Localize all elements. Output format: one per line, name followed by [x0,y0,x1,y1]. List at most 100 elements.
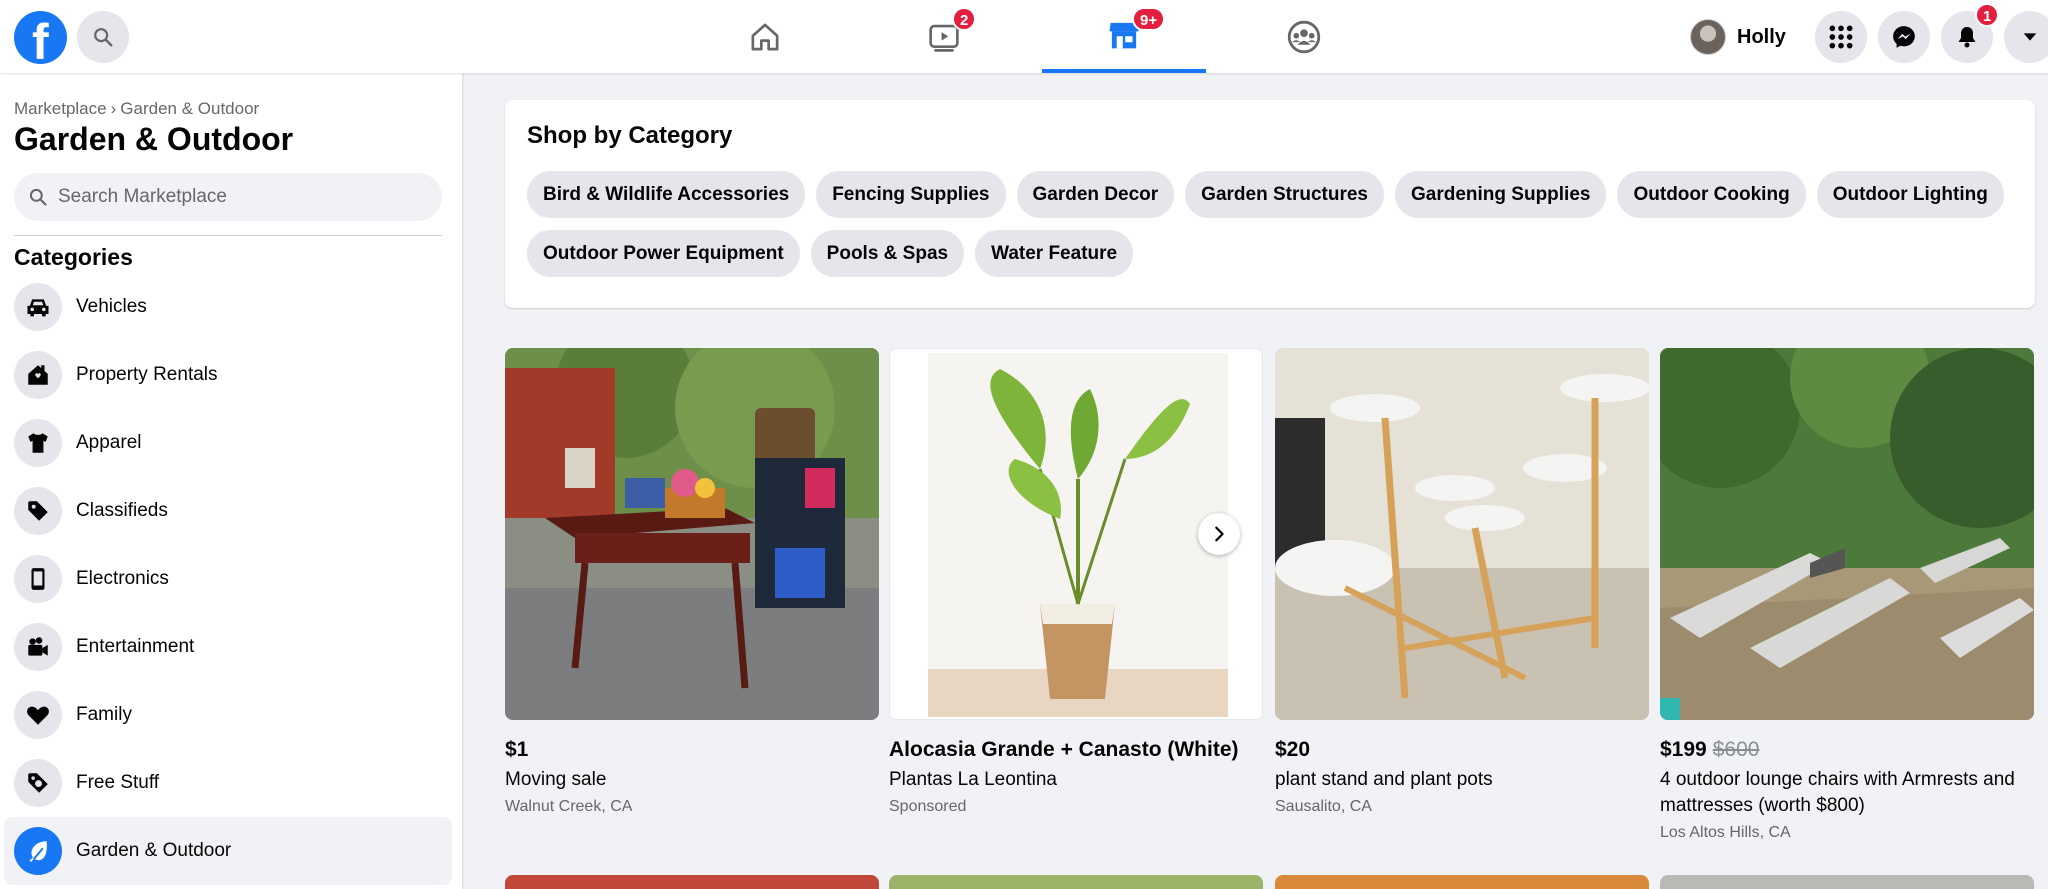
nav-tab-home[interactable] [683,0,847,73]
notifications-button[interactable]: 1 [1941,3,2000,63]
search-button[interactable] [77,11,129,63]
listing-photo-partial[interactable] [889,875,1263,889]
listing-photo-partial[interactable] [1275,875,1649,889]
listing-price: $1 [505,738,529,761]
divider [14,235,442,236]
chip-pools-spas[interactable]: Pools & Spas [810,230,965,277]
sidebar: Marketplace › Garden & Outdoor Garden & Ou… [0,73,462,889]
facebook-logo[interactable]: f [14,11,67,67]
listing-photo[interactable] [1275,348,1649,720]
page-title: Garden & Outdoor [14,121,294,157]
groups-icon [1287,20,1321,53]
listing-card[interactable]: $199 $600 4 outdoor lounge chairs with Ar… [1660,348,2034,842]
category-garden-outdoor[interactable]: Garden & Outdoor [4,817,452,885]
chip-bird-wildlife-accessories[interactable]: Bird & Wildlife Accessories [527,171,806,218]
category-entertainment[interactable]: Entertainment [4,613,452,681]
category-label: Garden & Outdoor [76,840,232,861]
category-electronics[interactable]: Electronics [4,545,452,613]
chip-outdoor-cooking[interactable]: Outdoor Cooking [1617,171,1806,218]
profile-button[interactable]: Holly [1690,15,1796,59]
shirt-icon [28,433,48,453]
listing-photo[interactable] [1660,348,2034,720]
category-apparel[interactable]: Apparel [4,409,452,477]
category-label: Family [76,704,132,725]
listing-card-sponsored[interactable]: Alocasia Grande + Canasto (White) Planta… [889,348,1263,816]
garden-icon [29,841,47,862]
listing-title: Moving sale [505,769,607,790]
chevron-right-icon [1215,526,1224,542]
avatar [1690,19,1726,55]
categories-list: Vehicles Property Rentals Apparel Classi… [4,273,452,885]
breadcrumb-marketplace[interactable]: Marketplace [14,99,107,118]
listing-card[interactable]: $1 Moving sale Walnut Creek, CA [505,348,879,816]
listing-old-price: $600 [1712,738,1760,761]
category-label: Free Stuff [76,772,160,793]
listing-location: Walnut Creek, CA [505,798,633,815]
category-label: Property Rentals [76,364,218,385]
search-marketplace[interactable] [14,173,442,221]
category-label: Vehicles [76,296,147,317]
category-classifieds[interactable]: Classifieds [4,477,452,545]
listing-photo[interactable] [505,348,879,720]
profile-name: Holly [1737,25,1786,48]
listing-title: plant stand and plant pots [1275,769,1493,790]
chip-gardening-supplies[interactable]: Gardening Supplies [1395,171,1607,218]
car-icon [27,299,49,317]
breadcrumb: Marketplace › Garden & Outdoor [14,99,259,119]
listing-photo-partial[interactable] [505,875,879,889]
listing-card[interactable]: $20 plant stand and plant pots Sausalito… [1275,348,1649,816]
category-label: Electronics [76,568,169,589]
listing-photo[interactable] [889,348,1263,720]
chip-outdoor-lighting[interactable]: Outdoor Lighting [1816,171,2004,218]
listing-location: Los Altos Hills, CA [1660,824,1791,841]
chip-water-feature[interactable]: Water Feature [975,230,1134,277]
nav-tab-watch[interactable]: 2 [862,0,1026,73]
category-property-rentals[interactable]: Property Rentals [4,341,452,409]
nav-tab-groups[interactable] [1222,0,1386,73]
listing-photo-partial[interactable] [1660,875,2034,889]
home-icon [751,23,779,50]
marketplace-badge: 9+ [1132,7,1166,31]
top-navigation-bar: f 2 9+ Holly 1 [0,0,2048,73]
listing-title-bold: Alocasia Grande + Canasto (White) [889,738,1239,761]
messenger-icon [1893,26,1915,48]
sponsored-label: Sponsored [889,798,967,815]
account-button[interactable] [2004,11,2048,63]
messenger-button[interactable] [1878,11,1930,63]
carousel-next-button[interactable] [1198,513,1240,555]
notifications-badge: 1 [1975,3,2000,27]
listing-title: 4 outdoor lounge chairs with Armrests an… [1660,769,2015,816]
watch-badge: 2 [952,7,977,31]
tag-icon [28,501,48,521]
category-label: Classifieds [76,500,168,521]
search-input[interactable] [58,186,418,208]
category-free-stuff[interactable]: Free Stuff [4,749,452,817]
chip-garden-decor[interactable]: Garden Decor [1016,171,1175,218]
nav-tab-marketplace[interactable]: 9+ [1042,0,1206,73]
category-label: Apparel [76,432,142,453]
search-icon [94,28,113,47]
category-family[interactable]: Family [4,681,452,749]
breadcrumb-separator: › [110,99,117,118]
shop-by-category-panel: Shop by Category Bird & Wildlife Accesso… [505,100,2035,308]
house-icon [28,365,48,385]
grid-menu-icon [1829,25,1853,49]
categories-heading: Categories [14,244,133,270]
free-tag-icon [28,773,48,793]
listing-location: Sausalito, CA [1275,798,1372,815]
chip-fencing-supplies[interactable]: Fencing Supplies [816,171,1006,218]
bell-icon [1958,27,1976,48]
chip-outdoor-power-equipment[interactable]: Outdoor Power Equipment [527,230,800,277]
heart-icon [27,706,49,725]
breadcrumb-garden-outdoor[interactable]: Garden & Outdoor [120,99,259,118]
camera-icon [28,637,48,656]
listing-price: $199 $600 [1660,738,1760,761]
listing-seller: Plantas La Leontina [889,769,1057,790]
chip-garden-structures[interactable]: Garden Structures [1185,171,1384,218]
listing-price: $20 [1275,738,1311,761]
search-icon [29,188,47,206]
phone-icon [31,568,45,590]
chevron-down-icon [2023,33,2037,41]
category-vehicles[interactable]: Vehicles [4,273,452,341]
menu-button[interactable] [1815,11,1867,63]
